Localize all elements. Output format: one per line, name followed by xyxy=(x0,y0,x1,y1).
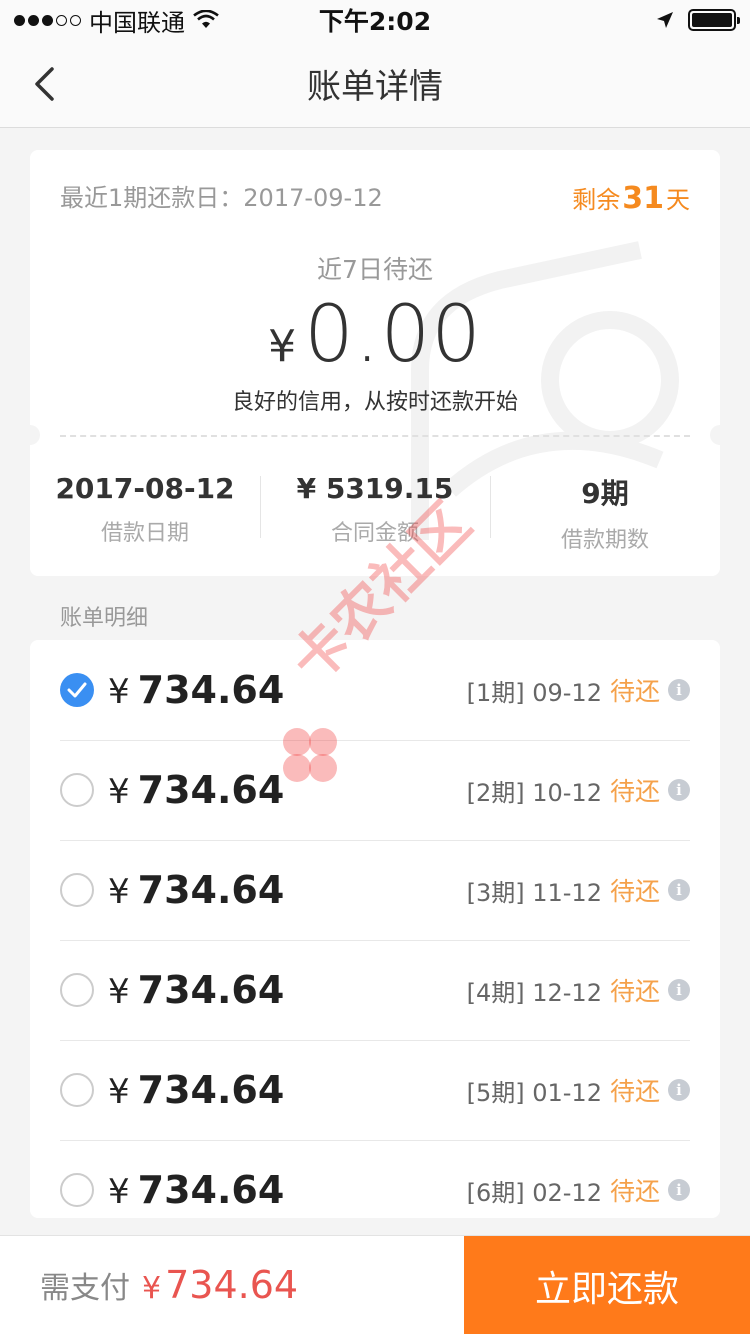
bill-row[interactable]: ¥734.64 [3期] 11-12 待还 i xyxy=(30,840,720,940)
bill-status: 待还 xyxy=(609,677,660,706)
checkbox-unchecked-icon[interactable] xyxy=(60,773,94,807)
dashed-divider xyxy=(60,435,690,437)
bill-amount-value: 734.64 xyxy=(137,868,285,912)
stat-label: 合同金额 xyxy=(330,521,419,546)
pay-label: 需支付 xyxy=(40,1271,130,1306)
bill-currency: ¥ xyxy=(108,1072,130,1112)
bill-meta: [1期] 09-12 待还 i xyxy=(467,672,690,708)
bill-status: 待还 xyxy=(609,877,660,906)
stat-label: 借款期数 xyxy=(560,528,649,553)
bill-amount-value: 734.64 xyxy=(137,1168,285,1212)
stat-value: 2017-08-12 xyxy=(55,472,235,505)
bill-period: [5期] 01-12 xyxy=(466,1078,602,1107)
remain-suffix: 天 xyxy=(666,186,690,214)
checkbox-unchecked-icon[interactable] xyxy=(60,873,94,907)
battery-icon xyxy=(688,9,740,31)
bill-row[interactable]: ¥734.64 [4期] 12-12 待还 i xyxy=(30,940,720,1040)
bottom-bar: 需支付 ¥734.64 立即还款 xyxy=(0,1235,750,1334)
pay-currency: ¥ xyxy=(142,1271,162,1306)
repay-now-button[interactable]: 立即还款 xyxy=(464,1236,750,1334)
credit-tip: 良好的信用，从按时还款开始 xyxy=(231,390,518,415)
remain-prefix: 剩余 xyxy=(572,186,621,214)
page-title: 账单详情 xyxy=(307,67,443,107)
status-right xyxy=(656,9,740,31)
bill-currency: ¥ xyxy=(108,972,130,1012)
bill-currency: ¥ xyxy=(108,672,130,712)
nav-bar: 账单详情 xyxy=(0,40,750,128)
seven-day-label: 近7日待还 xyxy=(317,255,433,284)
bill-status: 待还 xyxy=(609,777,660,806)
location-arrow-icon xyxy=(657,12,673,28)
bill-period: [1期] 09-12 xyxy=(466,678,602,707)
wifi-icon xyxy=(193,10,219,28)
bill-currency: ¥ xyxy=(108,1172,130,1212)
stat-value: ¥ 5319.15 xyxy=(296,472,454,505)
bill-amount: ¥734.64 xyxy=(108,668,284,712)
remaining-days: 剩余 31 天 xyxy=(572,180,690,216)
back-button[interactable] xyxy=(24,60,64,108)
recent-due-line: 最近1期还款日：2017-09-12 xyxy=(60,178,383,213)
bill-meta: [6期] 02-12 待还 i xyxy=(467,1172,690,1208)
bill-amount: ¥734.64 xyxy=(108,868,284,912)
bill-row[interactable]: ¥734.64 [5期] 01-12 待还 i xyxy=(30,1040,720,1140)
info-icon[interactable]: i xyxy=(668,779,690,801)
info-icon[interactable]: i xyxy=(668,1079,690,1101)
bill-amount: ¥734.64 xyxy=(108,768,284,812)
bill-amount: ¥734.64 xyxy=(108,1168,284,1212)
bill-period: [3期] 11-12 xyxy=(466,878,602,907)
signal-icon xyxy=(14,14,81,26)
checkbox-checked-icon[interactable] xyxy=(60,673,94,707)
due-amount: ¥ 0.00 xyxy=(30,290,720,380)
bill-meta: [3期] 11-12 待还 i xyxy=(467,872,690,908)
info-icon[interactable]: i xyxy=(668,979,690,1001)
card-notch-left xyxy=(30,425,40,445)
carrier-group: 中国联通 xyxy=(14,3,219,38)
bill-detail-heading: 账单明细 xyxy=(60,606,149,631)
bill-period: [2期] 10-12 xyxy=(466,778,602,807)
bill-list: ¥734.64 [1期] 09-12 待还 i ¥734.64 [2期] 10-… xyxy=(30,640,720,1218)
stat-loan-date: 2017-08-12 借款日期 xyxy=(30,472,260,554)
bill-row[interactable]: ¥734.64 [2期] 10-12 待还 i xyxy=(30,740,720,840)
loan-stats: 2017-08-12 借款日期 ¥ 5319.15 合同金额 9期 借款期数 xyxy=(30,472,720,554)
status-bar: 中国联通 下午2:02 xyxy=(0,0,750,40)
bill-meta: [5期] 01-12 待还 i xyxy=(467,1072,690,1108)
bill-amount: ¥734.64 xyxy=(108,968,284,1012)
bill-status: 待还 xyxy=(609,1077,660,1106)
checkbox-unchecked-icon[interactable] xyxy=(60,1173,94,1207)
remain-days-number: 31 xyxy=(622,181,664,216)
info-icon[interactable]: i xyxy=(668,879,690,901)
bill-amount-value: 734.64 xyxy=(137,768,285,812)
pay-amount: ¥734.64 xyxy=(142,1263,298,1307)
bill-meta: [4期] 12-12 待还 i xyxy=(467,972,690,1008)
summary-card: 最近1期还款日：2017-09-12 剩余 31 天 近7日待还 ¥ 0.00 … xyxy=(30,150,720,576)
recent-due-label: 最近1期还款日： xyxy=(60,184,244,212)
recent-due-date: 2017-09-12 xyxy=(243,184,383,212)
pay-amount-value: 734.64 xyxy=(165,1263,299,1307)
bill-amount: ¥734.64 xyxy=(108,1068,284,1112)
bill-status: 待还 xyxy=(609,1177,660,1206)
bill-period: [4期] 12-12 xyxy=(466,978,602,1007)
info-icon[interactable]: i xyxy=(668,1179,690,1201)
stat-value: 9期 xyxy=(581,477,629,510)
checkbox-unchecked-icon[interactable] xyxy=(60,1073,94,1107)
bill-status: 待还 xyxy=(609,977,660,1006)
bill-period: [6期] 02-12 xyxy=(466,1178,602,1207)
bill-currency: ¥ xyxy=(108,772,130,812)
due-amount-value: 0.00 xyxy=(304,290,482,380)
bill-currency: ¥ xyxy=(108,872,130,912)
bill-amount-value: 734.64 xyxy=(137,968,285,1012)
checkbox-unchecked-icon[interactable] xyxy=(60,973,94,1007)
bill-amount-value: 734.64 xyxy=(137,668,285,712)
bill-row[interactable]: ¥734.64 [1期] 09-12 待还 i xyxy=(30,640,720,740)
bill-amount-value: 734.64 xyxy=(137,1068,285,1112)
chevron-left-icon xyxy=(35,67,54,101)
stat-label: 借款日期 xyxy=(100,521,189,546)
stat-loan-periods: 9期 借款期数 xyxy=(490,472,720,554)
stat-contract-amount: ¥ 5319.15 合同金额 xyxy=(260,472,490,554)
bill-row[interactable]: ¥734.64 [6期] 02-12 待还 i xyxy=(30,1140,720,1218)
carrier-name: 中国联通 xyxy=(89,8,185,37)
info-icon[interactable]: i xyxy=(668,679,690,701)
bill-meta: [2期] 10-12 待还 i xyxy=(467,772,690,808)
due-currency: ¥ xyxy=(268,321,297,372)
